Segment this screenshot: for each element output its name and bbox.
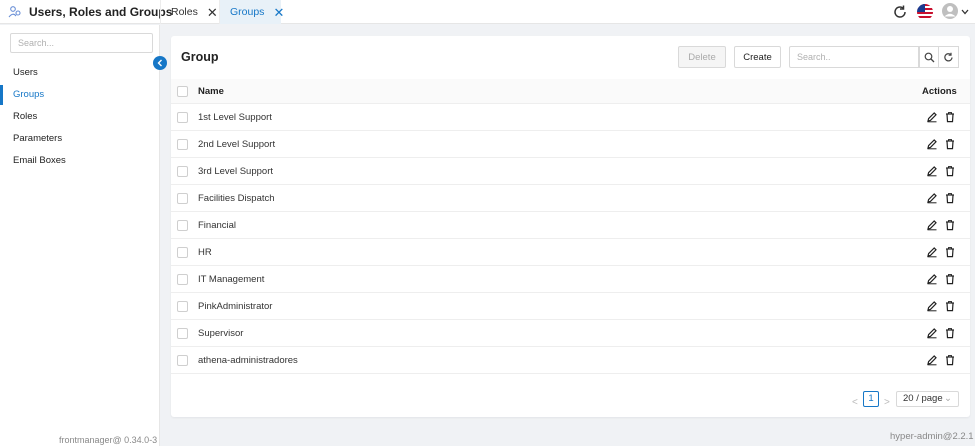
row-checkbox[interactable] bbox=[177, 301, 188, 312]
page-size-select[interactable]: 20 / page ⌄ bbox=[896, 391, 959, 407]
trash-icon[interactable] bbox=[944, 246, 956, 258]
trash-icon[interactable] bbox=[944, 354, 956, 366]
row-checkbox[interactable] bbox=[177, 274, 188, 285]
refresh-icon bbox=[944, 52, 953, 61]
row-checkbox[interactable] bbox=[177, 193, 188, 204]
table-row: HR bbox=[171, 239, 970, 266]
row-checkbox[interactable] bbox=[177, 355, 188, 366]
create-button[interactable]: Create bbox=[734, 46, 781, 68]
tab-roles[interactable]: Roles ✕ bbox=[160, 0, 218, 24]
users-network-icon bbox=[8, 6, 21, 18]
close-icon[interactable]: ✕ bbox=[207, 6, 218, 19]
chevron-left-icon bbox=[157, 59, 162, 67]
sidebar-footer-version: frontmanager@ 0.34.0-3 bbox=[59, 435, 158, 445]
column-header-name[interactable]: Name bbox=[198, 86, 224, 97]
edit-icon[interactable] bbox=[926, 165, 938, 177]
edit-icon[interactable] bbox=[926, 300, 938, 312]
group-name-cell: IT Management bbox=[198, 274, 265, 285]
trash-icon[interactable] bbox=[944, 273, 956, 285]
prev-page-button[interactable]: < bbox=[852, 397, 858, 408]
table-row: PinkAdministrator bbox=[171, 293, 970, 320]
row-checkbox[interactable] bbox=[177, 139, 188, 150]
row-checkbox[interactable] bbox=[177, 247, 188, 258]
trash-icon[interactable] bbox=[944, 327, 956, 339]
trash-icon[interactable] bbox=[944, 138, 956, 150]
us-flag-icon[interactable] bbox=[916, 3, 934, 21]
user-avatar-icon[interactable] bbox=[942, 3, 958, 19]
table-row: Facilities Dispatch bbox=[171, 185, 970, 212]
trash-icon[interactable] bbox=[944, 219, 956, 231]
edit-icon[interactable] bbox=[926, 219, 938, 231]
group-name-cell: PinkAdministrator bbox=[198, 301, 273, 312]
tab-groups-label: Groups bbox=[230, 6, 265, 18]
search-button[interactable] bbox=[919, 46, 939, 68]
refresh-icon[interactable] bbox=[892, 4, 908, 20]
delete-button[interactable]: Delete bbox=[678, 46, 726, 68]
footer-version: hyper-admin@2.2.1 bbox=[890, 431, 974, 442]
edit-icon[interactable] bbox=[926, 192, 938, 204]
group-name-cell: HR bbox=[198, 247, 212, 258]
trash-icon[interactable] bbox=[944, 300, 956, 312]
group-name-cell: athena-administradores bbox=[198, 355, 298, 366]
table-row: 1st Level Support bbox=[171, 104, 970, 131]
edit-icon[interactable] bbox=[926, 246, 938, 258]
group-name-cell: 3rd Level Support bbox=[198, 166, 273, 177]
search-input[interactable] bbox=[789, 46, 919, 68]
top-bar: Users, Roles and Groups Roles ✕ Groups ✕ bbox=[0, 0, 975, 24]
page-title: Group bbox=[181, 50, 219, 64]
group-name-cell: Supervisor bbox=[198, 328, 244, 339]
edit-icon[interactable] bbox=[926, 273, 938, 285]
group-name-cell: Financial bbox=[198, 220, 237, 231]
trash-icon[interactable] bbox=[944, 192, 956, 204]
trash-icon[interactable] bbox=[944, 111, 956, 123]
table-row: athena-administradores bbox=[171, 347, 970, 374]
table-row: Financial bbox=[171, 212, 970, 239]
edit-icon[interactable] bbox=[926, 111, 938, 123]
group-name-cell: 2nd Level Support bbox=[198, 139, 276, 150]
edit-icon[interactable] bbox=[926, 138, 938, 150]
row-checkbox[interactable] bbox=[177, 220, 188, 231]
tab-roles-label: Roles bbox=[171, 6, 198, 18]
group-panel: Group Delete Create Name Actions 1st Lev… bbox=[171, 36, 970, 417]
sidebar-item-users[interactable]: Users bbox=[0, 63, 159, 83]
edit-icon[interactable] bbox=[926, 327, 938, 339]
sidebar: Users Groups Roles Parameters Email Boxe… bbox=[0, 25, 160, 446]
sidebar-search-input[interactable] bbox=[10, 33, 153, 53]
select-all-checkbox[interactable] bbox=[177, 86, 188, 97]
page-number-button[interactable]: 1 bbox=[863, 391, 879, 407]
search-icon bbox=[924, 52, 934, 62]
row-checkbox[interactable] bbox=[177, 328, 188, 339]
sidebar-item-groups[interactable]: Groups bbox=[0, 85, 159, 105]
close-icon[interactable]: ✕ bbox=[273, 6, 284, 19]
group-name-cell: 1st Level Support bbox=[198, 112, 272, 123]
group-name-cell: Facilities Dispatch bbox=[198, 193, 275, 204]
chevron-down-icon: ⌄ bbox=[944, 393, 952, 404]
app-title: Users, Roles and Groups bbox=[29, 5, 173, 19]
sidebar-item-email-boxes[interactable]: Email Boxes bbox=[0, 151, 159, 171]
tab-groups[interactable]: Groups ✕ bbox=[219, 0, 284, 24]
edit-icon[interactable] bbox=[926, 354, 938, 366]
sidebar-item-parameters[interactable]: Parameters bbox=[0, 129, 159, 149]
column-header-actions: Actions bbox=[922, 86, 957, 97]
trash-icon[interactable] bbox=[944, 165, 956, 177]
row-checkbox[interactable] bbox=[177, 166, 188, 177]
sidebar-collapse-button[interactable] bbox=[153, 56, 167, 70]
sidebar-item-roles[interactable]: Roles bbox=[0, 107, 159, 127]
table-row: Supervisor bbox=[171, 320, 970, 347]
row-checkbox[interactable] bbox=[177, 112, 188, 123]
page-size-value: 20 / page bbox=[903, 393, 943, 404]
table-header: Name Actions bbox=[171, 79, 970, 104]
chevron-down-icon[interactable] bbox=[961, 8, 969, 16]
table-row: 2nd Level Support bbox=[171, 131, 970, 158]
table-row: IT Management bbox=[171, 266, 970, 293]
refresh-button[interactable] bbox=[939, 46, 959, 68]
next-page-button[interactable]: > bbox=[884, 397, 890, 408]
table-row: 3rd Level Support bbox=[171, 158, 970, 185]
